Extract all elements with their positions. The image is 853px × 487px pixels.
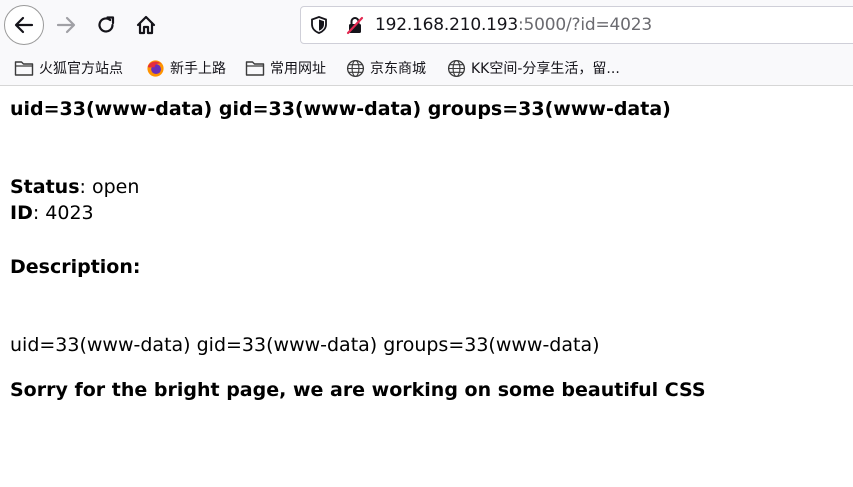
url-host: 192.168.210.193	[375, 15, 519, 35]
browser-toolbar: 192.168.210.193:5000/?id=4023	[0, 0, 853, 50]
bookmark-label: KK空间-分享生活，留...	[471, 61, 620, 77]
description-text: uid=33(www-data) gid=33(www-data) groups…	[10, 334, 600, 356]
bookmark-kk-space[interactable]: KK空间-分享生活，留...	[446, 57, 620, 79]
reload-icon	[98, 16, 115, 33]
uid-heading: uid=33(www-data) gid=33(www-data) groups…	[10, 98, 671, 120]
url-text[interactable]: 192.168.210.193:5000/?id=4023	[375, 15, 652, 35]
bookmark-getting-started[interactable]: 新手上路	[145, 57, 226, 79]
id-label: ID	[10, 202, 33, 224]
address-bar[interactable]: 192.168.210.193:5000/?id=4023	[300, 6, 853, 44]
url-path: :5000/?id=4023	[518, 15, 652, 35]
reload-button[interactable]	[86, 5, 126, 45]
status-value: : open	[79, 176, 140, 198]
id-line: ID: 4023	[10, 202, 94, 224]
globe-icon	[345, 58, 365, 78]
forward-button[interactable]	[46, 5, 86, 45]
folder-icon	[245, 58, 265, 78]
home-icon	[136, 15, 156, 35]
bookmarks-bar: 火狐官方站点 新手上路 常用网址 京东商城 KK空间-分享生活，留...	[0, 50, 853, 86]
arrow-right-icon	[56, 16, 76, 34]
bookmark-label: 新手上路	[170, 61, 226, 77]
home-button[interactable]	[126, 5, 166, 45]
bookmark-common-sites[interactable]: 常用网址	[245, 57, 326, 79]
footer-note: Sorry for the bright page, we are workin…	[10, 379, 706, 401]
id-value: : 4023	[32, 202, 94, 224]
firefox-icon	[145, 58, 165, 78]
bookmark-label: 常用网址	[270, 61, 326, 77]
bookmark-label: 火狐官方站点	[39, 61, 123, 77]
folder-icon	[14, 58, 34, 78]
status-label: Status	[10, 176, 80, 198]
bookmark-jd[interactable]: 京东商城	[345, 57, 426, 79]
description-label: Description:	[10, 256, 141, 278]
bookmark-firefox-official[interactable]: 火狐官方站点	[14, 57, 123, 79]
status-line: Status: open	[10, 176, 139, 198]
globe-icon	[446, 58, 466, 78]
bookmark-label: 京东商城	[370, 61, 426, 77]
arrow-left-icon	[14, 16, 34, 34]
insecure-lock-icon[interactable]	[345, 15, 365, 39]
back-button[interactable]	[4, 5, 44, 45]
shield-icon[interactable]	[309, 15, 329, 39]
